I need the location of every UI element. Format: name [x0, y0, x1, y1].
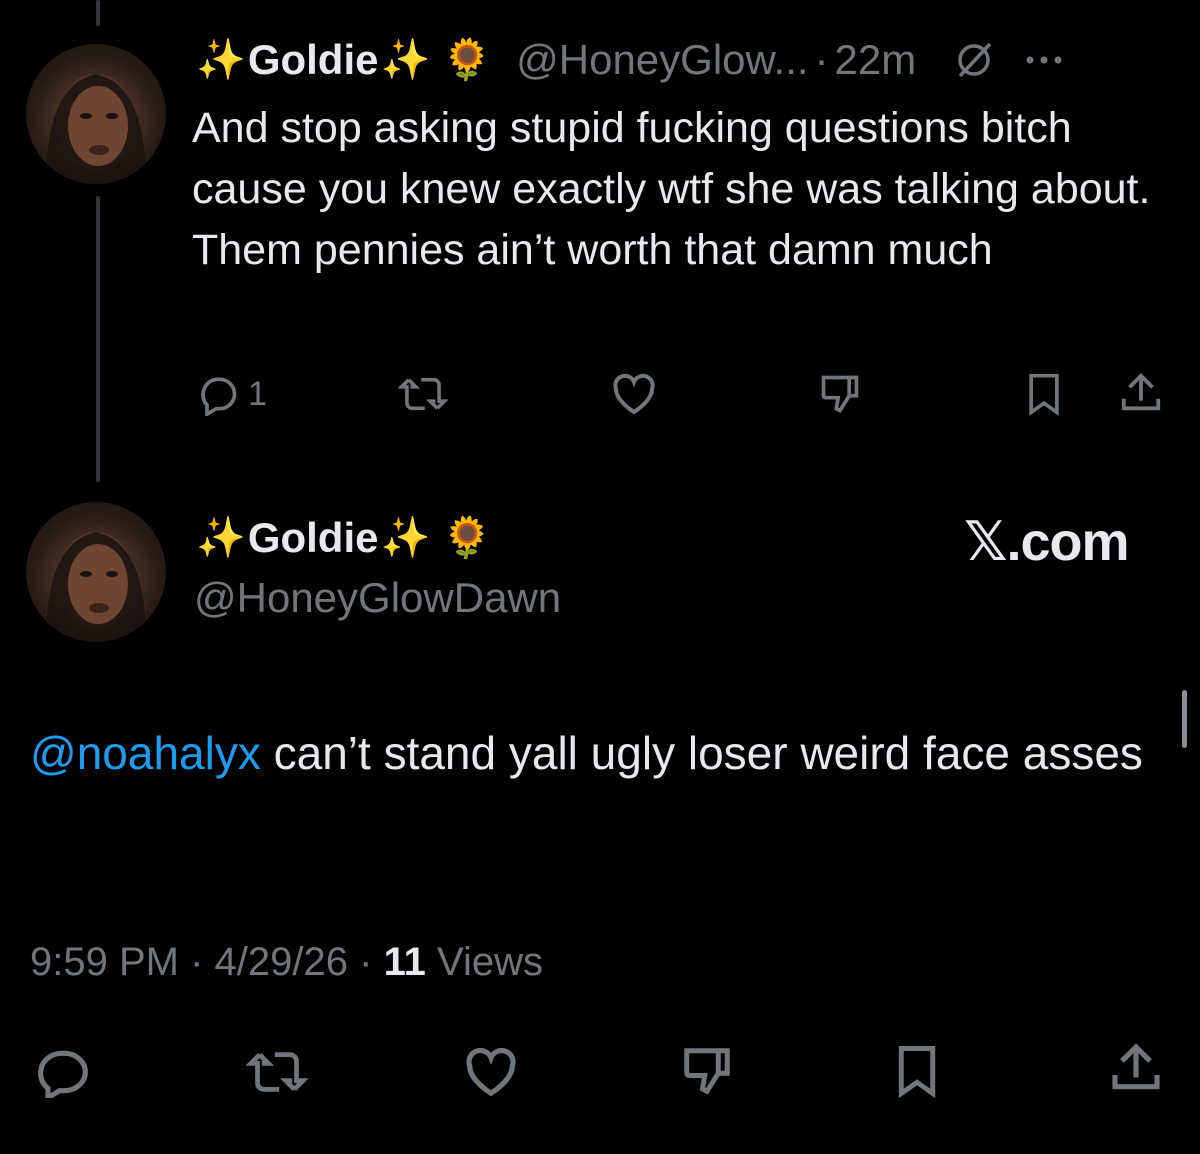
- reply-icon: [38, 1050, 88, 1098]
- avatar[interactable]: [26, 502, 166, 642]
- sunflower-emoji: 🌻: [442, 516, 493, 560]
- scrollbar[interactable]: [1182, 690, 1187, 748]
- display-name[interactable]: Goldie: [248, 514, 379, 562]
- like-icon: [466, 1047, 516, 1097]
- separator-dot: ·: [190, 940, 204, 984]
- retweet-button[interactable]: [246, 1046, 308, 1098]
- avatar[interactable]: [26, 44, 166, 184]
- user-handle[interactable]: @HoneyGlowDawn: [194, 574, 561, 622]
- mention-link[interactable]: @noahalyx: [30, 727, 261, 779]
- reply-icon: [201, 377, 237, 416]
- retweet-button[interactable]: [398, 372, 448, 416]
- bookmark-button[interactable]: [1024, 372, 1064, 416]
- separator-dot: ·: [359, 940, 373, 984]
- dislike-button[interactable]: [680, 1044, 734, 1098]
- tweet-time[interactable]: 9:59 PM: [30, 940, 179, 984]
- separator-dot: ·: [814, 36, 829, 83]
- sunflower-emoji: 🌻: [442, 38, 493, 82]
- sparkle-emoji: ✨: [380, 38, 431, 82]
- display-name[interactable]: Goldie: [248, 36, 379, 84]
- sparkle-emoji: ✨: [196, 516, 246, 560]
- dislike-icon: [821, 375, 859, 413]
- x-logo-watermark: 𝕏.com: [964, 512, 1130, 572]
- bookmark-icon: [1029, 373, 1059, 416]
- tweet-time[interactable]: 22m: [835, 36, 917, 84]
- bookmark-icon: [898, 1046, 936, 1098]
- user-handle[interactable]: @HoneyGlow...: [516, 36, 808, 84]
- reply-count: 1: [248, 374, 267, 413]
- main-header: ✨ Goldie ✨ 🌻: [196, 514, 492, 562]
- reply-header: ✨ Goldie ✨ 🌻 @HoneyGlow... · 22m: [196, 36, 1066, 84]
- tweet-body: can’t stand yall ugly loser weird face a…: [260, 727, 1143, 779]
- dislike-icon: [684, 1048, 730, 1095]
- reply-button[interactable]: [34, 1046, 90, 1098]
- more-icon[interactable]: [1022, 50, 1066, 70]
- reply-button[interactable]: 1: [196, 372, 267, 416]
- tweet-meta: 9:59 PM · 4/29/26 · 11 Views: [30, 940, 543, 985]
- bookmark-button[interactable]: [892, 1044, 942, 1098]
- share-button[interactable]: [1108, 1040, 1164, 1096]
- sparkle-emoji: ✨: [196, 38, 246, 82]
- dislike-button[interactable]: [818, 372, 862, 416]
- share-icon: [1121, 373, 1161, 411]
- retweet-icon: [398, 377, 448, 411]
- like-button[interactable]: [462, 1046, 520, 1098]
- like-button[interactable]: [610, 372, 658, 416]
- sparkle-emoji: ✨: [380, 516, 431, 560]
- reply-text: And stop asking stupid fucking questions…: [192, 104, 1151, 274]
- retweet-icon: [246, 1052, 308, 1092]
- views-count: 11: [383, 940, 426, 984]
- views-label: Views: [437, 940, 543, 984]
- share-button[interactable]: [1118, 370, 1164, 416]
- like-icon: [613, 373, 655, 415]
- tweet-text: @noahalyx can’t stand yall ugly loser we…: [30, 716, 1180, 791]
- thread-line: [96, 196, 100, 482]
- share-icon: [1112, 1043, 1160, 1090]
- grok-icon[interactable]: [952, 38, 996, 82]
- tweet-date[interactable]: 4/29/26: [215, 940, 348, 984]
- thread-line-top: [96, 0, 100, 26]
